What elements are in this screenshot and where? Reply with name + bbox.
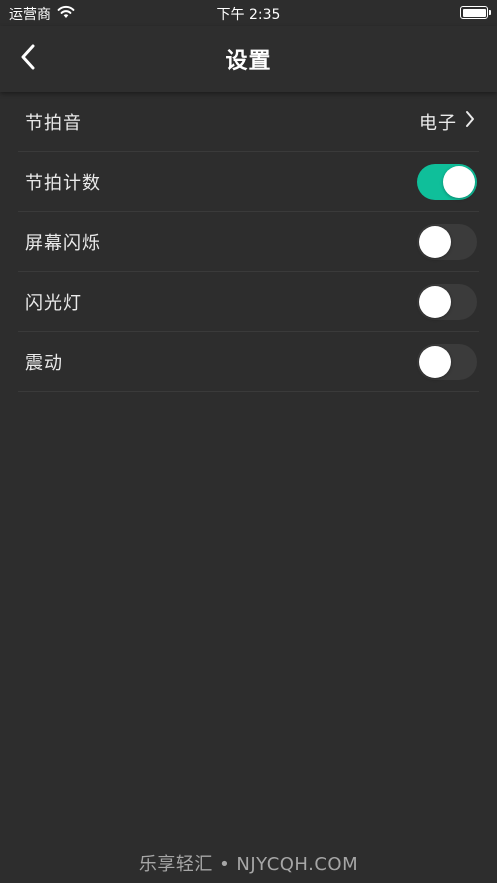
setting-row-vibration: 震动 <box>18 332 479 392</box>
vibration-label: 震动 <box>25 352 63 374</box>
setting-row-flashlight: 闪光灯 <box>18 272 479 332</box>
setting-row-beat-count: 节拍计数 <box>18 152 479 212</box>
screen-flash-label: 屏幕闪烁 <box>25 232 101 254</box>
beat-count-label: 节拍计数 <box>25 172 101 194</box>
beat-sound-selector[interactable]: 电子 <box>419 109 475 135</box>
status-time: 下午 2:35 <box>216 7 281 23</box>
vibration-toggle[interactable] <box>417 343 477 380</box>
toggle-knob <box>419 345 451 378</box>
toggle-knob <box>419 285 451 318</box>
setting-row-screen-flash: 屏幕闪烁 <box>18 212 479 272</box>
page-title: 设置 <box>225 49 272 74</box>
navigation-bar: 设置 <box>0 26 497 92</box>
beat-sound-label: 节拍音 <box>25 112 82 134</box>
beat-sound-value: 电子 <box>419 112 457 134</box>
screen-flash-toggle[interactable] <box>417 223 477 260</box>
settings-screen: 运营商 下午 2:35 设置 节拍音 电子 节拍计数 屏幕闪烁 闪光灯 震动 乐… <box>0 0 497 883</box>
toggle-knob <box>443 165 475 198</box>
flashlight-label: 闪光灯 <box>25 292 82 314</box>
beat-count-toggle[interactable] <box>417 163 477 200</box>
watermark-text: 乐享轻汇 • NJYCQH.COM <box>138 854 359 875</box>
battery-icon <box>460 6 491 19</box>
toggle-knob <box>419 225 451 258</box>
settings-list: 节拍音 电子 节拍计数 屏幕闪烁 闪光灯 震动 <box>0 92 497 392</box>
status-bar: 运营商 下午 2:35 <box>0 0 497 26</box>
chevron-right-icon <box>465 110 475 133</box>
setting-row-beat-sound[interactable]: 节拍音 电子 <box>18 92 479 152</box>
flashlight-toggle[interactable] <box>417 283 477 320</box>
